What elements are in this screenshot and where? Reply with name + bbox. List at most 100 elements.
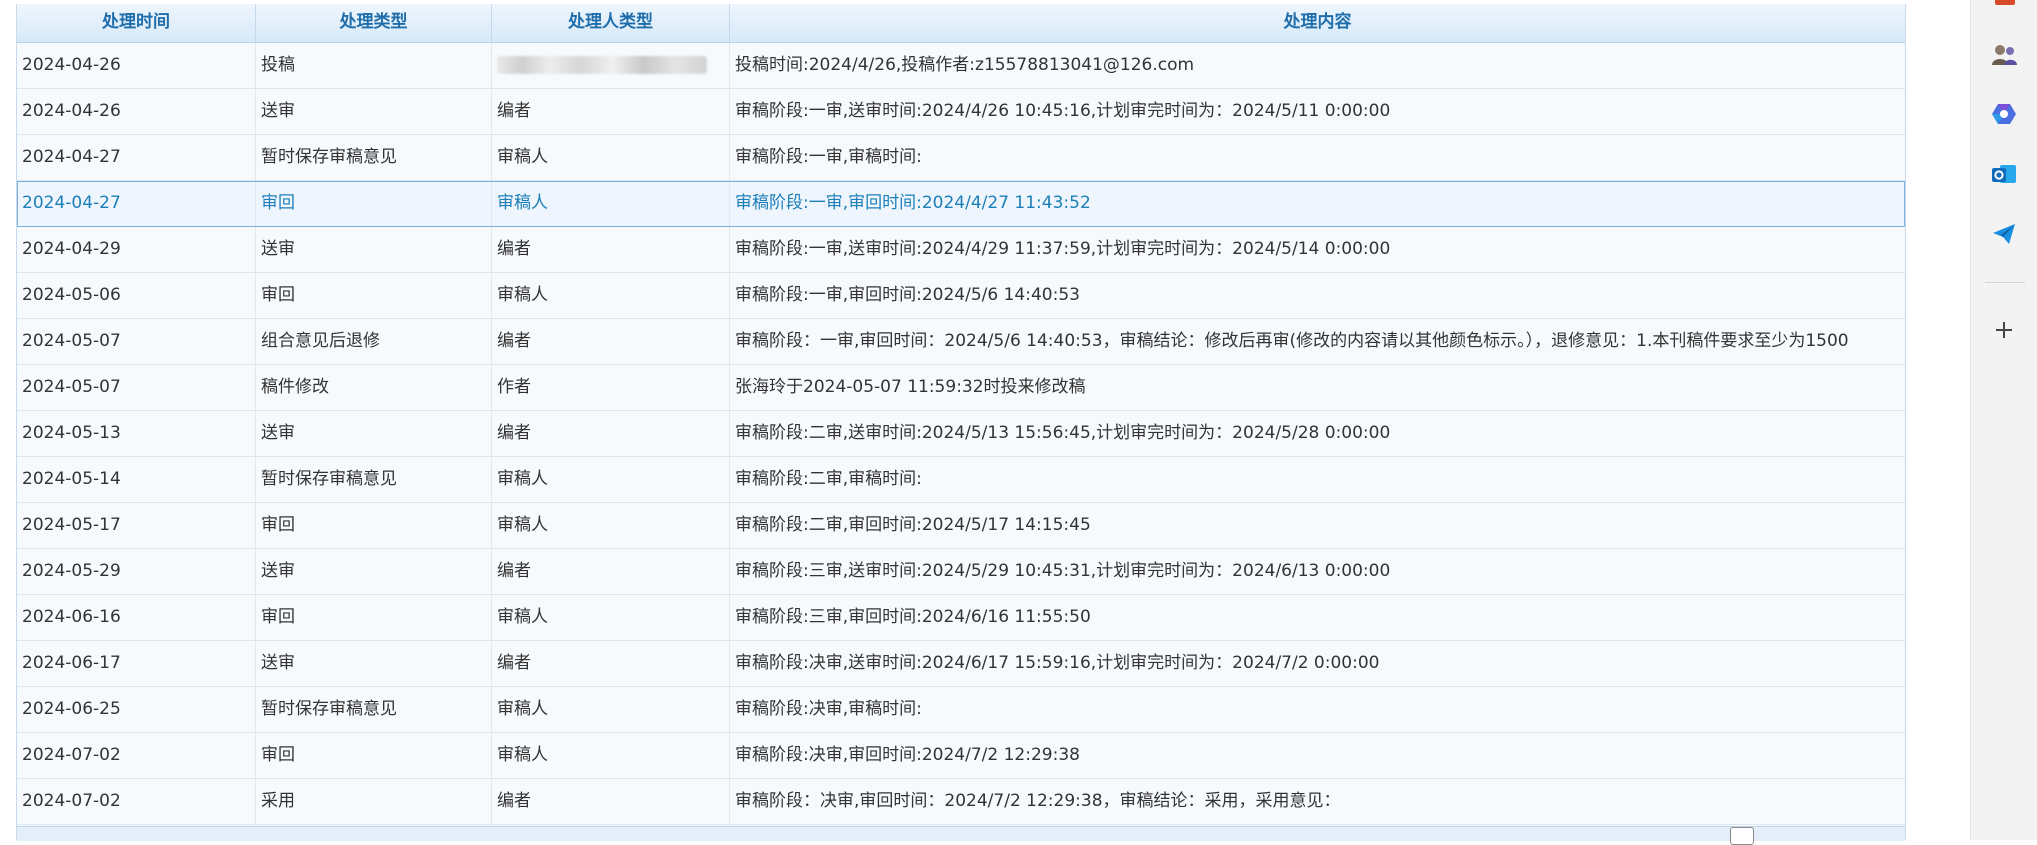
- cell-process-time: 2024-05-29: [17, 549, 256, 594]
- cell-handler-type: 审稿人: [492, 273, 730, 318]
- header-process-type[interactable]: 处理类型: [256, 4, 492, 42]
- table-row[interactable]: 2024-04-26 送审 编者 审稿阶段:一审,送审时间:2024/4/26 10:…: [17, 89, 1905, 135]
- user-group-icon[interactable]: [1989, 40, 2019, 70]
- grid-footer: [17, 826, 1905, 841]
- cell-process-time: 2024-05-06: [17, 273, 256, 318]
- cell-handler-type: 编者: [492, 227, 730, 272]
- table-row[interactable]: 2024-05-13 送审 编者 审稿阶段:二审,送审时间:2024/5/13 15:…: [17, 411, 1905, 457]
- cell-process-time: 2024-04-27: [17, 135, 256, 180]
- cell-handler-type: 编者: [492, 549, 730, 594]
- header-handler-type[interactable]: 处理人类型: [492, 4, 730, 42]
- cell-handler-type: 审稿人: [492, 733, 730, 778]
- sidebar-divider: [1985, 282, 2025, 283]
- header-process-time[interactable]: 处理时间: [17, 4, 256, 42]
- table-row[interactable]: 2024-05-06 审回 审稿人 审稿阶段:一审,审回时间:2024/5/6 14:…: [17, 273, 1905, 319]
- table-row[interactable]: 2024-05-29 送审 编者 审稿阶段:三审,送审时间:2024/5/29 10:…: [17, 549, 1905, 595]
- table-row[interactable]: 2024-05-14 暂时保存审稿意见 审稿人 审稿阶段:二审,审稿时间:: [17, 457, 1905, 503]
- grid-body: 2024-04-26 投稿 投稿时间:2024/4/26,投稿作者:z1557881…: [17, 43, 1905, 825]
- cell-process-time: 2024-05-07: [17, 319, 256, 364]
- cell-process-content: 审稿阶段:决审,审稿时间:: [735, 699, 922, 719]
- cell-handler-type: 审稿人: [492, 135, 730, 180]
- cell-process-type: 送审: [256, 411, 492, 456]
- table-row[interactable]: 2024-06-17 送审 编者 审稿阶段:决审,送审时间:2024/6/17 15:…: [17, 641, 1905, 687]
- table-row[interactable]: 2024-06-25 暂时保存审稿意见 审稿人 审稿阶段:决审,审稿时间:: [17, 687, 1905, 733]
- cell-handler-type: 编者: [492, 779, 730, 824]
- cell-handler-type: 编者: [492, 641, 730, 686]
- cell-process-time: 2024-07-02: [17, 779, 256, 824]
- cell-process-content: 审稿阶段:二审,审稿时间:: [735, 469, 922, 489]
- cell-process-type: 送审: [256, 549, 492, 594]
- cell-process-content: 审稿阶段:决审,审回时间:2024/7/2 12:29:38: [735, 745, 1080, 765]
- cell-process-content: 审稿阶段:二审,送审时间:2024/5/13 15:56:45,计划审完时间为：…: [735, 423, 1391, 443]
- outlook-icon[interactable]: [1989, 159, 2019, 189]
- cell-process-content: 审稿阶段：一审,审回时间：2024/5/6 14:40:53，审稿结论：修改后再…: [735, 331, 1849, 351]
- cell-process-time: 2024-04-26: [17, 89, 256, 134]
- send-icon[interactable]: [1989, 219, 2019, 249]
- table-row[interactable]: 2024-04-29 送审 编者 审稿阶段:一审,送审时间:2024/4/29 11:…: [17, 227, 1905, 273]
- cell-process-content: 审稿阶段:二审,审回时间:2024/5/17 14:15:45: [735, 515, 1091, 535]
- cell-handler-type: [492, 43, 730, 88]
- cell-process-type: 审回: [256, 181, 492, 226]
- cell-process-type: 采用: [256, 779, 492, 824]
- table-row[interactable]: 2024-07-02 采用 编者 审稿阶段：决审,审回时间：2024/7/2 12:2…: [17, 779, 1905, 825]
- cell-process-type: 审回: [256, 733, 492, 778]
- cell-process-type: 投稿: [256, 43, 492, 88]
- process-history-grid: 处理时间 处理类型 处理人类型 处理内容 2024-04-26 投稿 投稿时间:20…: [16, 4, 1906, 841]
- table-row[interactable]: 2024-04-27 暂时保存审稿意见 审稿人 审稿阶段:一审,审稿时间:: [17, 135, 1905, 181]
- cell-handler-type: 审稿人: [492, 687, 730, 732]
- cell-process-content: 审稿阶段:一审,送审时间:2024/4/29 11:37:59,计划审完时间为：…: [735, 239, 1391, 259]
- cell-handler-type: 审稿人: [492, 457, 730, 502]
- cell-process-time: 2024-05-07: [17, 365, 256, 410]
- cell-process-type: 送审: [256, 89, 492, 134]
- table-row[interactable]: 2024-05-17 审回 审稿人 审稿阶段:二审,审回时间:2024/5/17 14…: [17, 503, 1905, 549]
- cell-process-content: 审稿阶段:一审,送审时间:2024/4/26 10:45:16,计划审完时间为：…: [735, 101, 1391, 121]
- cell-process-type: 组合意见后退修: [256, 319, 492, 364]
- table-row[interactable]: 2024-04-27 审回 审稿人 审稿阶段:一审,审回时间:2024/4/27 11…: [17, 181, 1905, 227]
- cell-process-type: 暂时保存审稿意见: [256, 687, 492, 732]
- grid-header: 处理时间 处理类型 处理人类型 处理内容: [17, 4, 1905, 43]
- cell-handler-type: 编者: [492, 319, 730, 364]
- cell-process-content: 审稿阶段:一审,审回时间:2024/5/6 14:40:53: [735, 285, 1080, 305]
- cell-process-time: 2024-06-17: [17, 641, 256, 686]
- cell-process-type: 暂时保存审稿意见: [256, 135, 492, 180]
- footer-checkbox[interactable]: [1730, 827, 1754, 845]
- cell-process-content: 投稿时间:2024/4/26,投稿作者:z15578813041@126.com: [735, 55, 1195, 75]
- cell-process-type: 稿件修改: [256, 365, 492, 410]
- cell-process-type: 送审: [256, 227, 492, 272]
- cell-process-content: 审稿阶段:一审,审稿时间:: [735, 147, 922, 167]
- cell-process-time: 2024-04-27: [17, 181, 256, 226]
- cell-process-time: 2024-05-13: [17, 411, 256, 456]
- cell-process-type: 审回: [256, 273, 492, 318]
- cell-process-time: 2024-04-26: [17, 43, 256, 88]
- add-icon[interactable]: [1989, 315, 2019, 345]
- cell-process-time: 2024-05-17: [17, 503, 256, 548]
- copilot-icon[interactable]: [1989, 99, 2019, 129]
- cell-process-type: 审回: [256, 595, 492, 640]
- cell-process-time: 2024-05-14: [17, 457, 256, 502]
- browser-sidebar: [1970, 0, 2037, 840]
- header-process-content[interactable]: 处理内容: [730, 4, 1905, 42]
- cell-process-time: 2024-06-16: [17, 595, 256, 640]
- table-row[interactable]: 2024-07-02 审回 审稿人 审稿阶段:决审,审回时间:2024/7/2 12:…: [17, 733, 1905, 779]
- cell-process-type: 审回: [256, 503, 492, 548]
- table-row[interactable]: 2024-05-07 稿件修改 作者 张海玲于2024-05-07 11:59:32时…: [17, 365, 1905, 411]
- cell-process-content: 张海玲于2024-05-07 11:59:32时投来修改稿: [735, 377, 1086, 397]
- cell-handler-type: 编者: [492, 89, 730, 134]
- cell-process-time: 2024-06-25: [17, 687, 256, 732]
- cell-handler-type: 编者: [492, 411, 730, 456]
- redacted-name: [497, 56, 707, 74]
- table-row[interactable]: 2024-04-26 投稿 投稿时间:2024/4/26,投稿作者:z1557881…: [17, 43, 1905, 89]
- cell-process-content: 审稿阶段:一审,审回时间:2024/4/27 11:43:52: [735, 193, 1091, 213]
- table-row[interactable]: 2024-06-16 审回 审稿人 审稿阶段:三审,审回时间:2024/6/16 11…: [17, 595, 1905, 641]
- cell-process-time: 2024-04-29: [17, 227, 256, 272]
- cell-handler-type: 审稿人: [492, 595, 730, 640]
- cell-process-type: 暂时保存审稿意见: [256, 457, 492, 502]
- cell-handler-type: 审稿人: [492, 181, 730, 226]
- app-tab-indicator[interactable]: [1995, 0, 2015, 5]
- cell-process-time: 2024-07-02: [17, 733, 256, 778]
- cell-process-content: 审稿阶段:三审,送审时间:2024/5/29 10:45:31,计划审完时间为：…: [735, 561, 1391, 581]
- cell-process-content: 审稿阶段:决审,送审时间:2024/6/17 15:59:16,计划审完时间为：…: [735, 653, 1380, 673]
- cell-handler-type: 作者: [492, 365, 730, 410]
- cell-handler-type: 审稿人: [492, 503, 730, 548]
- table-row[interactable]: 2024-05-07 组合意见后退修 编者 审稿阶段：一审,审回时间：2024/5/6…: [17, 319, 1905, 365]
